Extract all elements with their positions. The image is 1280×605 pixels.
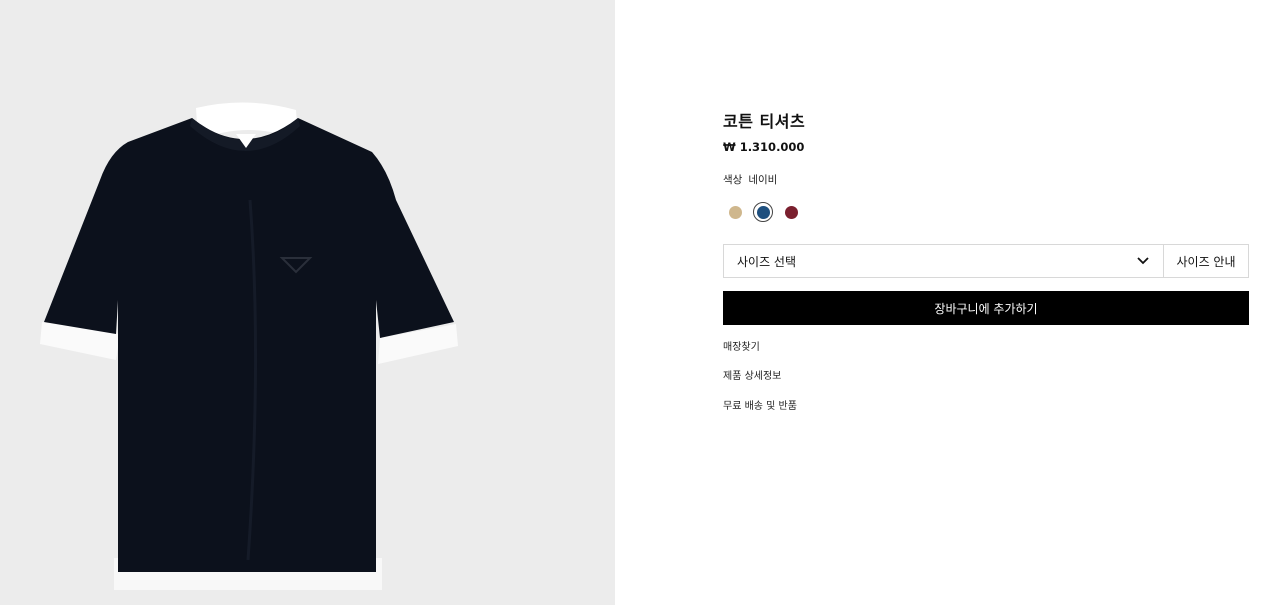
color-label: 색상 (723, 174, 743, 186)
product-page: 코튼 티셔츠 ₩ 1.310.000 색상 네이비 사이즈 선택 사이즈 안내 … (0, 0, 1280, 605)
size-select-label: 사이즈 선택 (737, 254, 797, 269)
swatch-beige[interactable] (725, 202, 745, 222)
swatch-navy-dot (756, 205, 770, 219)
product-price: ₩ 1.310.000 (723, 140, 805, 154)
product-image (0, 0, 615, 605)
swatch-burgundy-dot (784, 205, 798, 219)
product-details-panel: 코튼 티셔츠 ₩ 1.310.000 색상 네이비 사이즈 선택 사이즈 안내 … (723, 0, 1250, 605)
size-guide-button[interactable]: 사이즈 안내 (1164, 245, 1248, 277)
product-details-link[interactable]: 제품 상세정보 (723, 370, 781, 384)
tshirt-illustration (40, 102, 458, 590)
store-finder-link[interactable]: 매장찾기 (723, 341, 760, 355)
size-select-dropdown[interactable]: 사이즈 선택 (724, 245, 1164, 277)
color-selected-name: 네이비 (748, 174, 778, 186)
size-row: 사이즈 선택 사이즈 안내 (723, 244, 1249, 278)
add-to-cart-button[interactable]: 장바구니에 추가하기 (723, 291, 1249, 325)
swatch-navy[interactable] (753, 202, 773, 222)
color-swatches (725, 201, 809, 223)
chevron-down-icon (1137, 254, 1149, 268)
shipping-returns-link[interactable]: 무료 배송 및 반품 (723, 400, 797, 414)
color-info: 색상 네이비 (723, 173, 777, 187)
swatch-burgundy[interactable] (781, 202, 801, 222)
product-title: 코튼 티셔츠 (723, 112, 806, 131)
swatch-beige-dot (728, 205, 742, 219)
